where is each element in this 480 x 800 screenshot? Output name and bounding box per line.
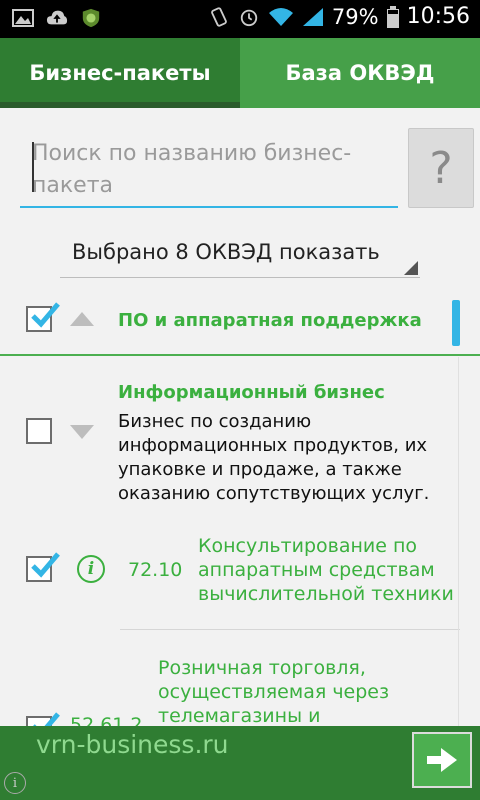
okved-code: 72.10 [128,559,183,581]
tab-bar: Бизнес-пакеты База ОКВЭД [0,38,480,108]
wifi-icon [268,7,293,26]
battery-icon [386,5,399,28]
list-divider [120,629,460,630]
search-input[interactable] [20,134,398,206]
okved-name: Розничная торговля, осуществляемая через… [158,657,390,727]
expand-icon[interactable] [70,425,94,439]
ad-banner[interactable]: vrn-business.ru i [0,726,480,800]
list-edge-line [458,357,459,727]
vibrate-icon [211,6,227,27]
group-checkbox[interactable] [26,302,60,332]
help-icon: ? [429,142,453,194]
ad-info-icon[interactable]: i [4,772,26,794]
okved-name: Консультирование по аппаратным средствам… [198,535,454,605]
group-header[interactable]: ПО и аппаратная поддержка [0,284,480,356]
text-cursor [32,142,34,192]
alarm-icon [240,9,258,26]
tab-okved-database[interactable]: База ОКВЭД [240,38,480,108]
image-icon [12,9,34,27]
search-field[interactable] [20,134,398,208]
shield-app-icon [82,8,100,28]
group-title: ПО и аппаратная поддержка [118,310,422,331]
cloud-upload-icon [46,10,68,25]
category-description: Бизнес по созданию информационных продук… [118,411,430,504]
ad-text: vrn-business.ru [36,730,229,759]
category-title: Информационный бизнес [118,382,385,403]
checkmark-icon [31,552,60,578]
help-button[interactable]: ? [408,128,474,208]
collapse-icon[interactable] [70,312,94,326]
selected-okved-summary: Выбрано 8 ОКВЭД показать [72,240,380,264]
tab-business-packages[interactable]: Бизнес-пакеты [0,38,240,108]
battery-percent: 79% [331,4,379,29]
info-icon[interactable]: i [77,555,105,583]
dropdown-corner-icon [404,261,418,275]
checkmark-icon [31,302,60,328]
clock: 10:56 [406,4,470,29]
ad-info-label: i [12,775,18,791]
arrow-right-icon [427,748,457,772]
status-bar: 79% 10:56 [0,0,480,38]
category-checkbox[interactable] [26,418,52,444]
ad-go-button[interactable] [412,732,472,788]
tab-label: Бизнес-пакеты [29,61,211,85]
signal-icon [302,7,323,26]
tab-label: База ОКВЭД [285,61,435,85]
scrollbar[interactable] [452,300,460,346]
selected-okved-dropdown[interactable]: Выбрано 8 ОКВЭД показать [60,236,420,278]
okved-checkbox[interactable] [26,552,60,582]
